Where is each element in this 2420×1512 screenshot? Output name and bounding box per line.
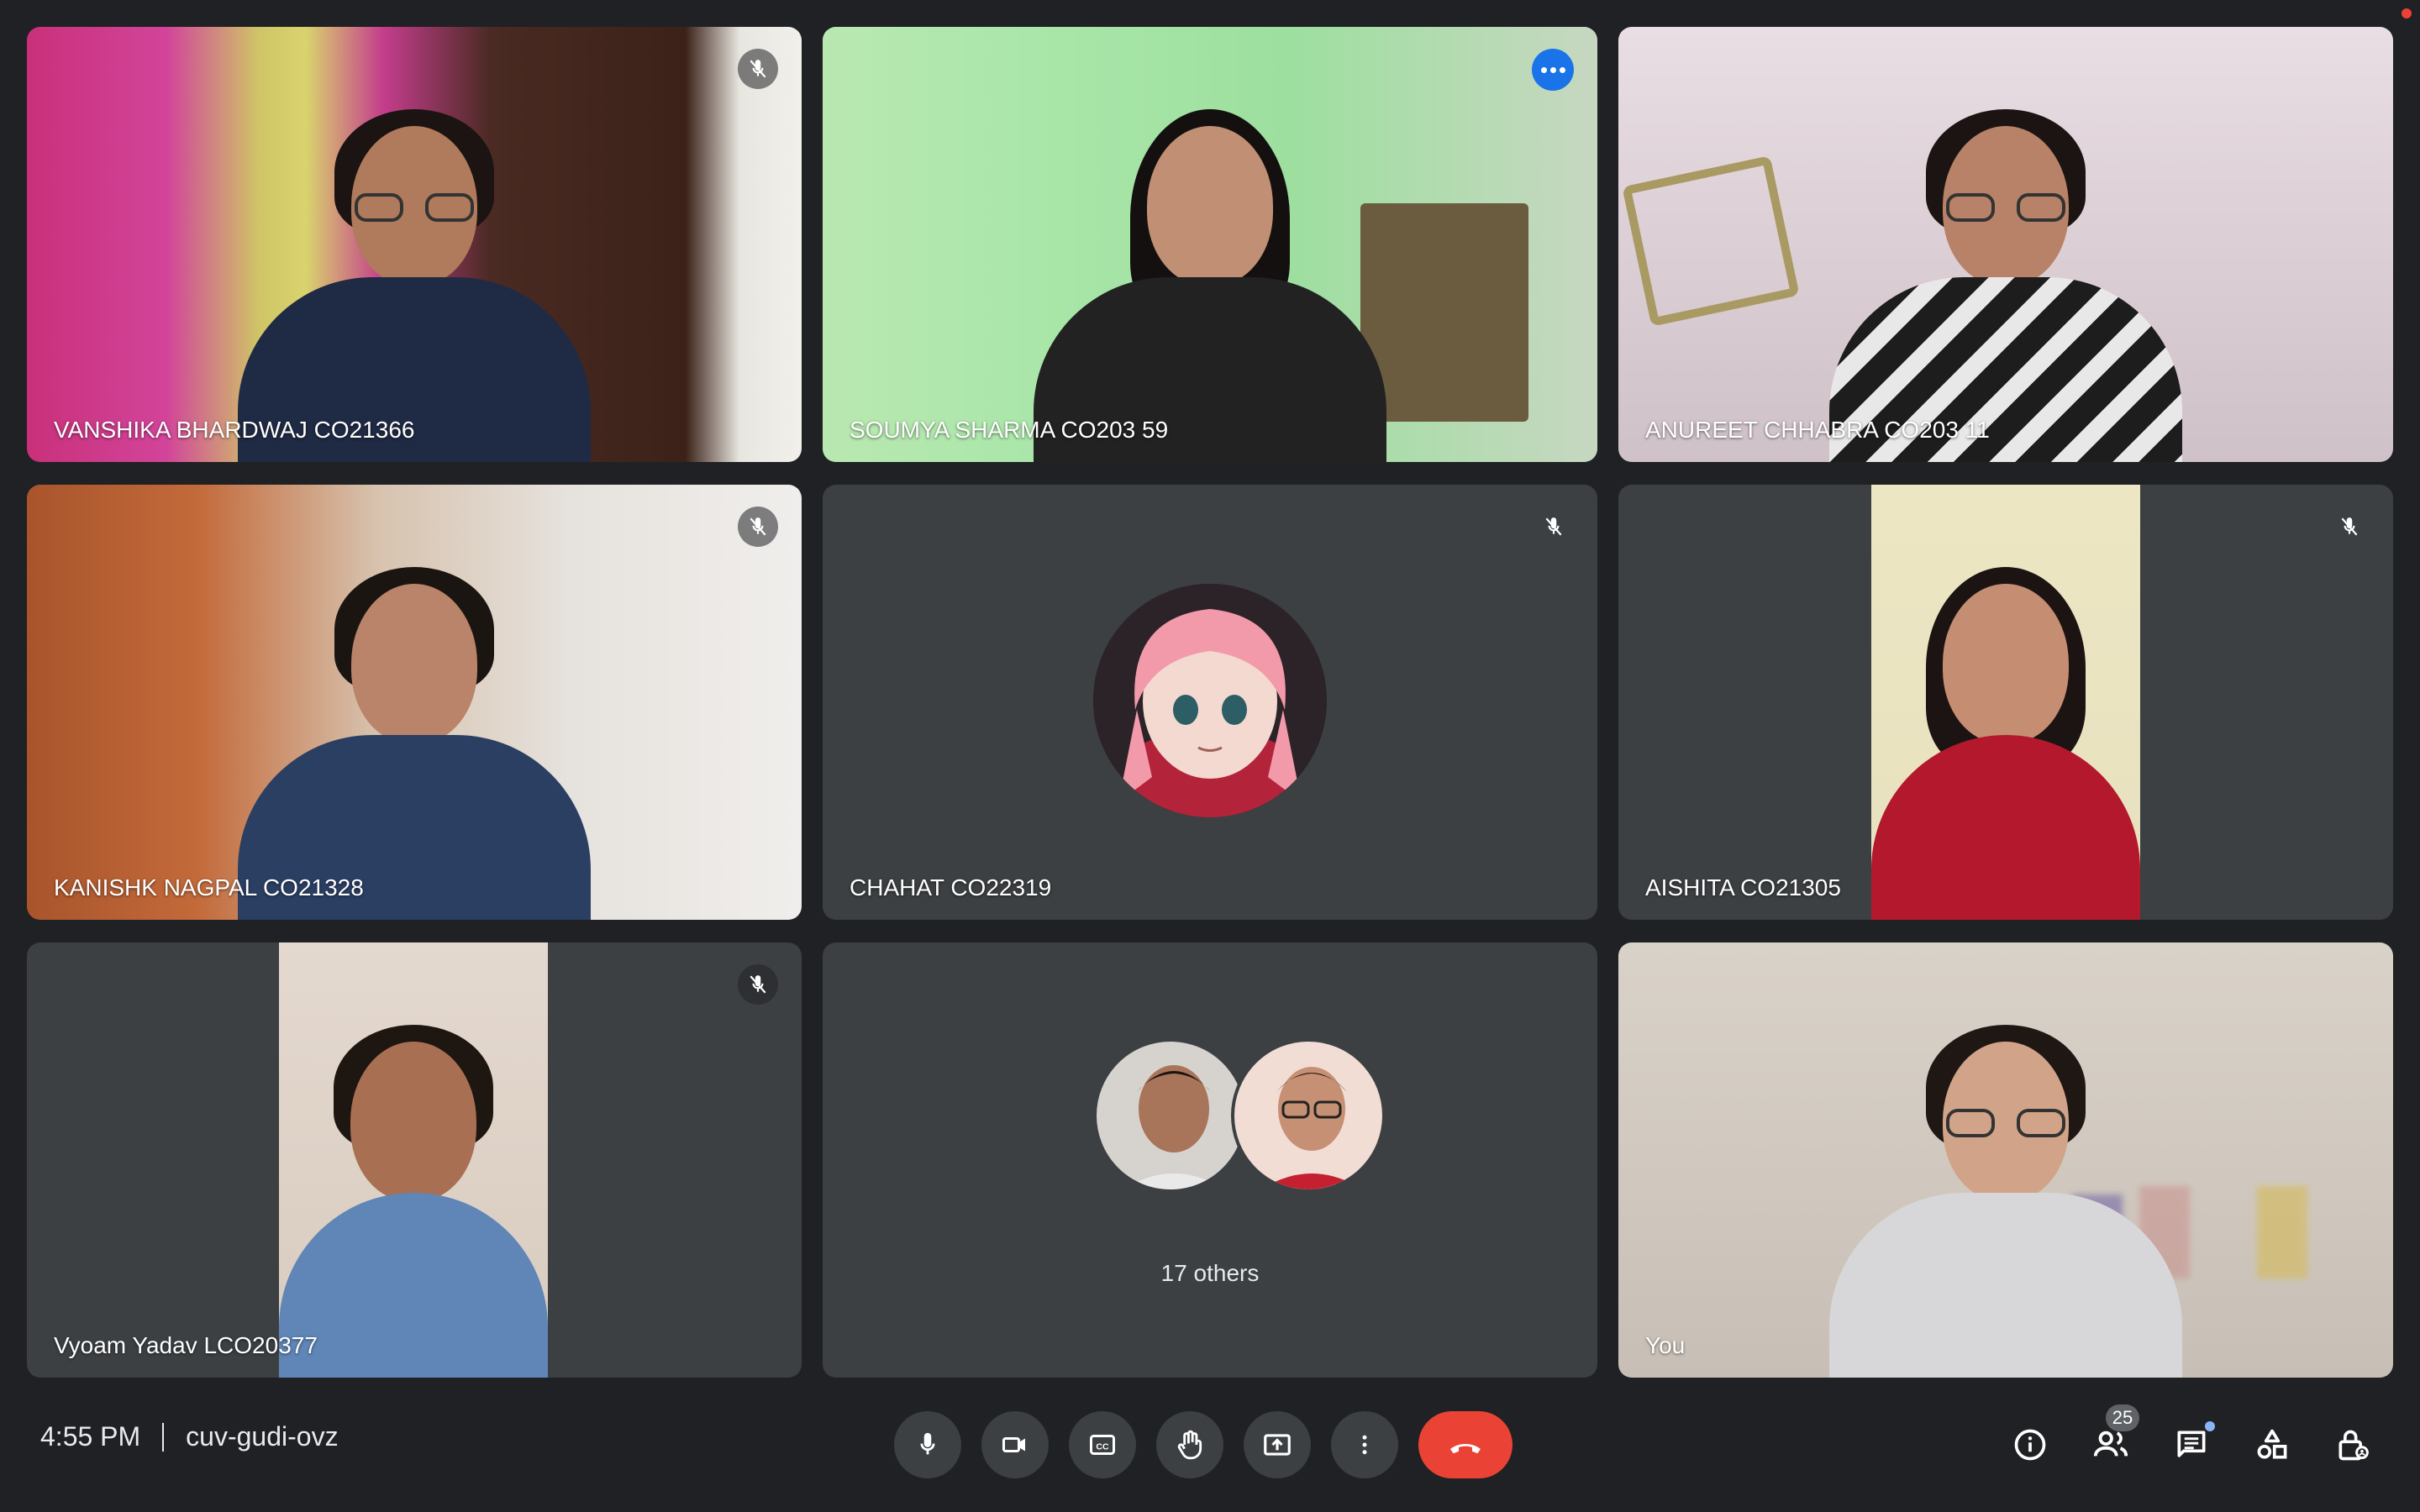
participant-name: Vyoam Yadav LCO20377 <box>54 1332 318 1358</box>
camera-button[interactable] <box>981 1411 1049 1478</box>
recording-indicator <box>2402 8 2412 18</box>
participant-video <box>823 27 1597 462</box>
raise-hand-button[interactable] <box>1156 1411 1223 1478</box>
host-controls-icon <box>2338 1430 2369 1461</box>
mic-icon <box>920 1432 935 1455</box>
participant-name: KANISHK NAGPAL CO21328 <box>54 874 364 900</box>
participant-name: VANSHIKA BHARDWAJ CO21366 <box>54 417 415 443</box>
activities-icon <box>2257 1429 2287 1459</box>
captions-button[interactable]: CC <box>1069 1411 1136 1478</box>
present-screen-icon <box>1264 1434 1291 1456</box>
participant-video <box>279 942 548 1378</box>
mic-off-icon <box>738 964 778 1005</box>
avatar <box>1093 584 1327 817</box>
participant-figure <box>1821 1008 2191 1378</box>
camera-icon <box>1002 1437 1025 1452</box>
microphone-button[interactable] <box>894 1411 961 1478</box>
avatar <box>1231 1038 1386 1193</box>
bottom-toolbar: 4:55 PM cuv-gudi-ovz CC 25 <box>0 1378 2420 1512</box>
host-controls-button[interactable] <box>2319 1411 2386 1478</box>
mic-off-icon <box>1534 507 1574 547</box>
participant-grid: VANSHIKA BHARDWAJ CO21366 SOUMYA SHARMA … <box>27 27 2393 1378</box>
meeting-info: 4:55 PM cuv-gudi-ovz <box>40 1421 339 1452</box>
end-call-icon <box>1450 1444 1481 1454</box>
participant-tile-others[interactable]: 17 others <box>823 942 1597 1378</box>
others-avatars <box>823 1038 1597 1194</box>
mic-off-icon <box>738 507 778 547</box>
participant-video <box>1618 27 2393 462</box>
others-count-label: 17 others <box>1160 1260 1260 1286</box>
chat-button[interactable] <box>2158 1411 2225 1478</box>
participant-name: AISHITA CO21305 <box>1645 874 1841 900</box>
side-panel-buttons: 25 <box>1983 1404 2386 1478</box>
participant-name: You <box>1645 1332 1686 1358</box>
chat-icon <box>2177 1431 2206 1457</box>
participant-tile-aishita[interactable]: AISHITA CO21305 <box>1618 485 2393 920</box>
participant-figure <box>1871 550 2140 920</box>
unread-indicator <box>2205 1421 2215 1431</box>
participant-figure <box>279 1008 548 1378</box>
participant-tile-anureet[interactable]: ANUREET CHHABRA CO203 11 <box>1618 27 2393 462</box>
participant-figure <box>1025 92 1395 462</box>
svg-text:CC: CC <box>1096 1441 1109 1452</box>
info-icon <box>2014 1429 2046 1461</box>
participant-video <box>1871 485 2140 920</box>
participant-tile-self[interactable]: You <box>1618 942 2393 1378</box>
participant-video <box>27 27 802 462</box>
participant-count-badge: 25 <box>2106 1404 2139 1431</box>
participant-name: SOUMYA SHARMA CO203 59 <box>850 417 1169 443</box>
more-options-button[interactable] <box>1331 1411 1398 1478</box>
participant-tile-vanshika[interactable]: VANSHIKA BHARDWAJ CO21366 <box>27 27 802 462</box>
participant-figure <box>229 550 599 920</box>
participant-video <box>1618 942 2393 1378</box>
participant-name: CHAHAT CO22319 <box>850 874 1052 900</box>
meeting-time: 4:55 PM <box>40 1421 141 1452</box>
end-call-button[interactable] <box>1418 1411 1512 1478</box>
participant-tile-vyoam[interactable]: Vyoam Yadav LCO20377 <box>27 942 802 1378</box>
more-options-icon <box>1362 1435 1367 1455</box>
mic-off-icon <box>2329 507 2370 547</box>
participant-tile-kanishk[interactable]: KANISHK NAGPAL CO21328 <box>27 485 802 920</box>
mic-off-icon <box>738 49 778 89</box>
raise-hand-icon <box>1177 1430 1202 1460</box>
participant-tile-soumya[interactable]: SOUMYA SHARMA CO203 59 <box>823 27 1597 462</box>
divider <box>162 1422 165 1452</box>
participant-video <box>27 485 802 920</box>
participant-name: ANUREET CHHABRA CO203 11 <box>1645 417 1990 443</box>
people-button[interactable]: 25 <box>2077 1404 2144 1478</box>
participant-tile-chahat[interactable]: CHAHAT CO22319 <box>823 485 1597 920</box>
meeting-details-button[interactable] <box>1996 1411 2064 1478</box>
present-button[interactable] <box>1244 1411 1311 1478</box>
participant-figure <box>229 92 599 462</box>
participant-figure <box>1821 92 2191 462</box>
captions-icon: CC <box>1090 1435 1115 1455</box>
avatar <box>1093 1038 1248 1193</box>
call-controls: CC <box>894 1411 1512 1478</box>
more-options-icon[interactable] <box>1532 49 1574 91</box>
activities-button[interactable] <box>2238 1411 2306 1478</box>
meeting-code[interactable]: cuv-gudi-ovz <box>186 1421 338 1452</box>
